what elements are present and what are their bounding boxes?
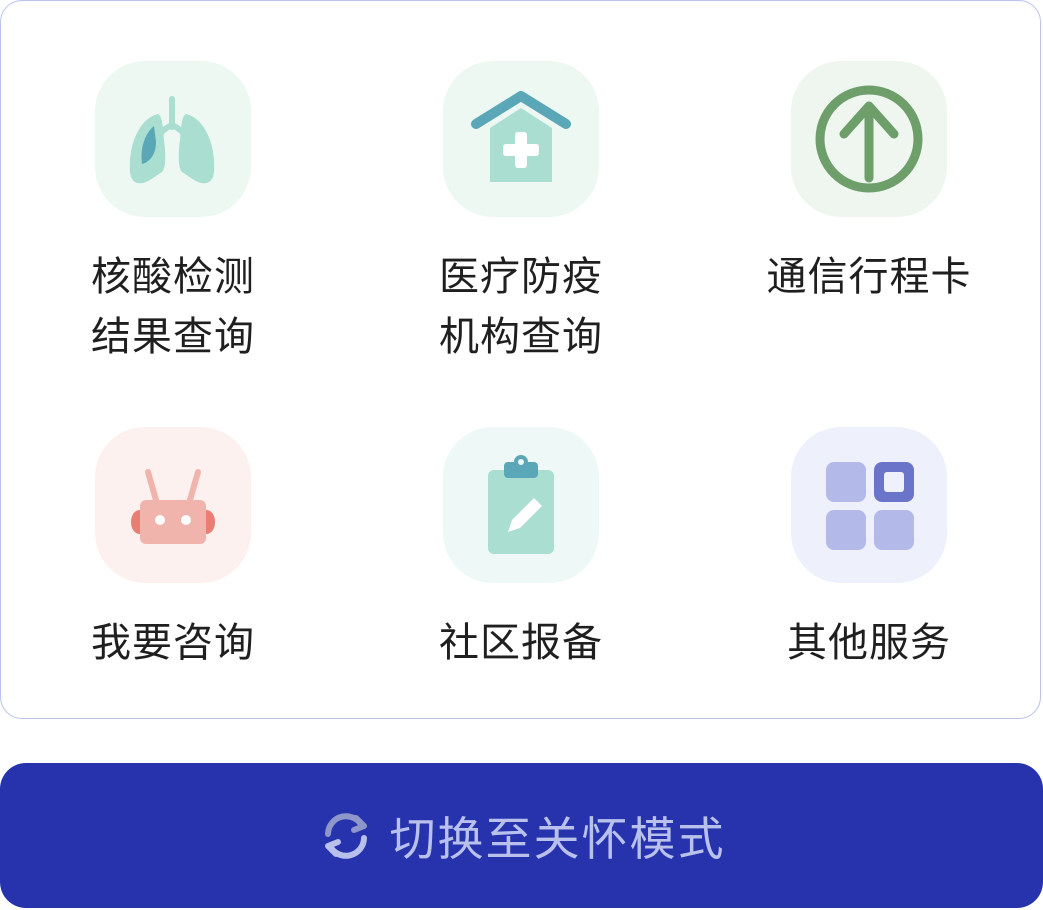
switch-care-mode-label: 切换至关怀模式 bbox=[389, 811, 726, 866]
service-label: 我要咨询 bbox=[91, 620, 255, 666]
grid-apps-icon bbox=[826, 462, 914, 550]
service-icon-container bbox=[95, 427, 251, 583]
lungs-icon bbox=[129, 96, 215, 184]
service-consult[interactable]: 我要咨询 bbox=[53, 427, 293, 673]
service-label: 社区报备 bbox=[439, 620, 603, 666]
service-label: 通信行程卡 bbox=[766, 254, 972, 300]
switch-care-mode-button[interactable]: 切换至关怀模式 bbox=[0, 763, 1043, 908]
service-icon-container bbox=[95, 61, 251, 217]
service-icon-container bbox=[443, 61, 599, 217]
service-label: 其他服务 bbox=[787, 620, 951, 666]
service-nucleic-test-results[interactable]: 核酸检测 结果查询 bbox=[53, 61, 293, 367]
service-medical-institutions[interactable]: 医疗防疫 机构查询 bbox=[401, 61, 641, 367]
service-other[interactable]: 其他服务 bbox=[749, 427, 989, 673]
service-label: 核酸检测 结果查询 bbox=[91, 254, 255, 360]
up-arrow-circle-icon bbox=[815, 85, 923, 193]
hospital-house-icon bbox=[471, 91, 571, 182]
service-community-report[interactable]: 社区报备 bbox=[401, 427, 641, 673]
clipboard-edit-icon bbox=[488, 455, 554, 554]
robot-icon bbox=[131, 469, 215, 544]
services-card: 核酸检测 结果查询 医疗防疫 机构查询 通信行程卡 我要咨询 社区报备 其他服务 bbox=[0, 0, 1041, 719]
service-icon-container bbox=[791, 61, 947, 217]
service-icon-container bbox=[443, 427, 599, 583]
service-label: 医疗防疫 机构查询 bbox=[439, 254, 603, 360]
service-icon-container bbox=[791, 427, 947, 583]
service-itinerary-card[interactable]: 通信行程卡 bbox=[749, 61, 989, 307]
refresh-cycle-icon bbox=[324, 812, 367, 859]
